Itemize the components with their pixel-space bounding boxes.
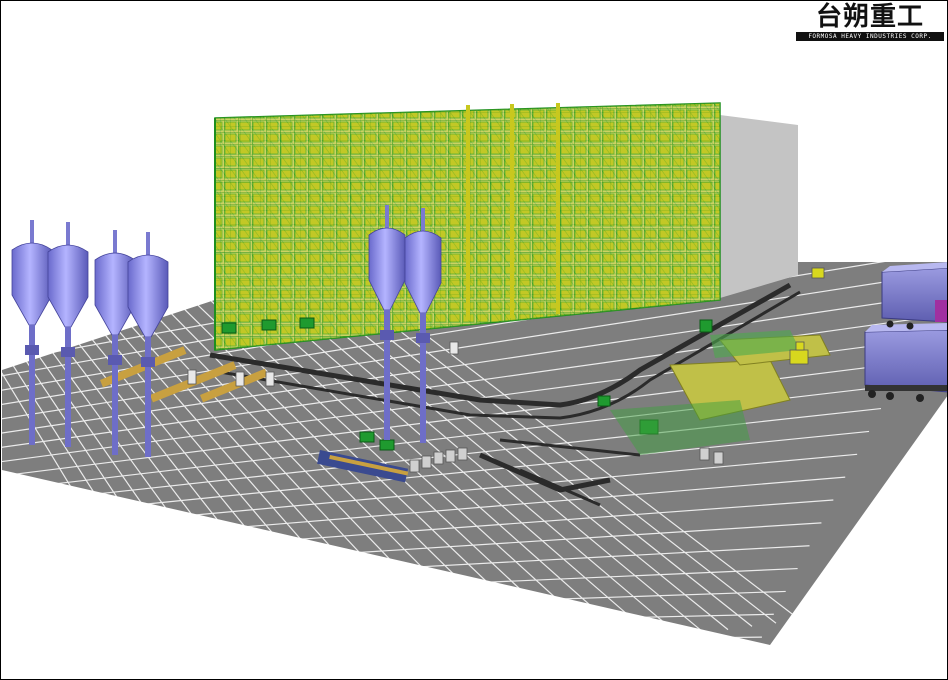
warehouse-wall	[720, 115, 798, 298]
factory-3d-scene	[2, 102, 948, 645]
logo-chinese: 台朔重工	[815, 2, 924, 32]
company-logo: 台朔重工 FORMOSA HEAVY INDUSTRIES CORP.	[796, 3, 944, 41]
logo-english: FORMOSA HEAVY INDUSTRIES CORP.	[796, 32, 944, 41]
